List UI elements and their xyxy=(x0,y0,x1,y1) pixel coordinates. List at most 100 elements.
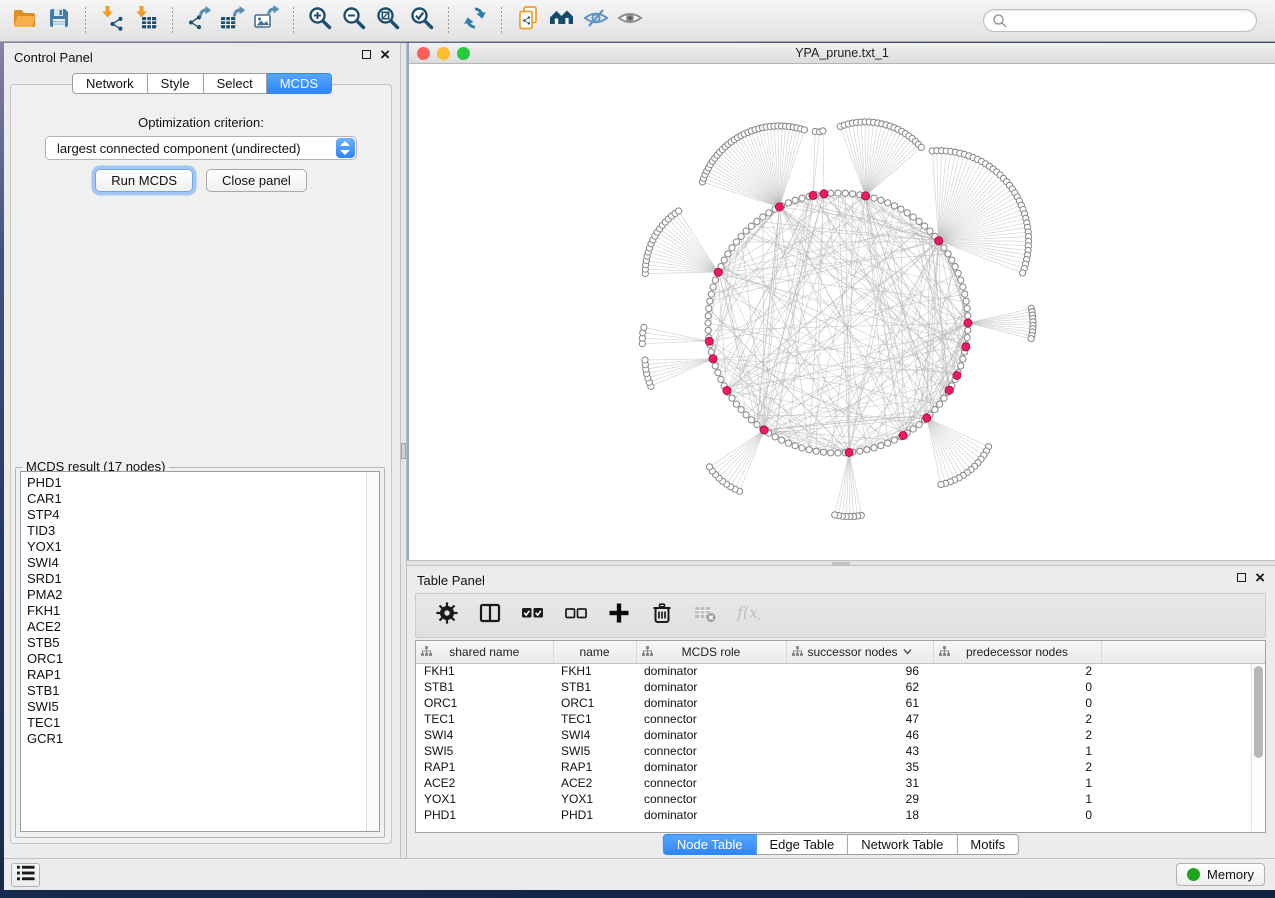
deselect-all-icon xyxy=(564,601,588,630)
mcds-result-item[interactable]: STB1 xyxy=(21,683,379,699)
zoom-out-button[interactable] xyxy=(337,5,371,37)
tab-select[interactable]: Select xyxy=(204,73,267,94)
table-row[interactable]: YOX1YOX1connector291 xyxy=(416,791,1265,807)
table-row[interactable]: ORC1ORC1dominator610 xyxy=(416,695,1265,711)
toolbar-separator xyxy=(172,7,173,35)
hide-graphics-button[interactable] xyxy=(579,5,613,37)
mcds-result-item[interactable]: PHD1 xyxy=(21,475,379,491)
mcds-result-item[interactable]: SWI4 xyxy=(21,555,379,571)
tab-node-table[interactable]: Node Table xyxy=(663,834,757,855)
memory-button[interactable]: Memory xyxy=(1176,863,1265,886)
vertical-splitter-handle[interactable] xyxy=(401,443,406,459)
export-network-icon xyxy=(186,5,212,36)
open-session-button[interactable] xyxy=(8,5,42,37)
table-row[interactable]: SWI4SWI4dominator462 xyxy=(416,727,1265,743)
deselect-all-button[interactable] xyxy=(564,601,588,630)
search-box[interactable] xyxy=(983,9,1257,32)
mcds-result-item[interactable]: SRD1 xyxy=(21,571,379,587)
column-label: MCDS role xyxy=(682,645,741,659)
node-table-grid[interactable]: shared namename MCDS role successor nodes p… xyxy=(416,641,1265,823)
table-row[interactable]: PHD1PHD1dominator180 xyxy=(416,807,1265,823)
mcds-result-item[interactable]: CAR1 xyxy=(21,491,379,507)
mcds-result-item[interactable]: GCR1 xyxy=(21,731,379,747)
table-row[interactable]: STB1STB1dominator620 xyxy=(416,679,1265,695)
main-toolbar xyxy=(0,0,1275,42)
share-document-button[interactable] xyxy=(511,5,545,37)
close-panel-button[interactable]: Close panel xyxy=(206,169,307,192)
horizontal-splitter-handle[interactable] xyxy=(832,562,850,565)
legacy-home-button[interactable] xyxy=(545,5,579,37)
save-session-button[interactable] xyxy=(42,5,76,37)
mcds-result-scrollbar[interactable] xyxy=(366,472,379,831)
table-row[interactable]: RAP1RAP1dominator352 xyxy=(416,759,1265,775)
mcds-result-item[interactable]: RAP1 xyxy=(21,667,379,683)
import-network-button[interactable] xyxy=(95,5,129,37)
mcds-result-item[interactable]: STP4 xyxy=(21,507,379,523)
table-row[interactable]: SWI5SWI5connector431 xyxy=(416,743,1265,759)
task-history-button[interactable] xyxy=(11,863,40,887)
control-panel-float-button[interactable] xyxy=(362,50,371,59)
network-canvas[interactable] xyxy=(409,64,1275,560)
settings-button[interactable] xyxy=(435,601,459,630)
tab-style[interactable]: Style xyxy=(148,73,204,94)
delete-columns-button[interactable] xyxy=(650,601,674,630)
search-input[interactable] xyxy=(1011,12,1248,29)
tab-motifs[interactable]: Motifs xyxy=(957,834,1019,855)
mcds-result-item[interactable]: YOX1 xyxy=(21,539,379,555)
export-table-button[interactable] xyxy=(216,5,250,37)
table-panel-float-button[interactable] xyxy=(1237,573,1246,582)
mcds-result-item[interactable]: FKH1 xyxy=(21,603,379,619)
mcds-result-item[interactable]: PMA2 xyxy=(21,587,379,603)
mcds-result-list[interactable]: PHD1CAR1STP4TID3YOX1SWI4SRD1PMA2FKH1ACE2… xyxy=(20,471,380,832)
memory-status-icon xyxy=(1187,868,1200,881)
mcds-result-item[interactable]: ORC1 xyxy=(21,651,379,667)
memory-label: Memory xyxy=(1207,867,1254,882)
table-scrollbar[interactable] xyxy=(1251,664,1265,831)
table-panel-close-button[interactable]: × xyxy=(1255,572,1265,583)
split-panel-button[interactable] xyxy=(478,601,502,630)
column-header-successor-nodes[interactable]: successor nodes xyxy=(786,641,933,663)
mcds-result-item[interactable]: SWI5 xyxy=(21,699,379,715)
mcds-result-item[interactable]: ACE2 xyxy=(21,619,379,635)
vertical-splitter[interactable] xyxy=(400,43,407,858)
column-header-MCDS-role[interactable]: MCDS role xyxy=(636,641,786,663)
table-row[interactable]: TEC1TEC1connector472 xyxy=(416,711,1265,727)
settings-icon xyxy=(435,601,459,630)
table-scrollbar-thumb[interactable] xyxy=(1254,666,1263,758)
zoom-in-icon xyxy=(307,5,333,36)
zoom-selected-button[interactable] xyxy=(405,5,439,37)
select-all-button[interactable] xyxy=(521,601,545,630)
add-column-button[interactable] xyxy=(607,601,631,630)
tab-network[interactable]: Network xyxy=(72,73,148,94)
table-panel-title: Table Panel xyxy=(417,573,485,588)
tab-edge-table[interactable]: Edge Table xyxy=(756,834,848,855)
mcds-tab-panel: Optimization criterion: largest connecte… xyxy=(10,84,392,844)
mcds-result-item[interactable]: STB5 xyxy=(21,635,379,651)
zoom-selected-icon xyxy=(409,5,435,36)
column-header-shared-name[interactable]: shared name xyxy=(416,641,553,663)
mcds-result-item[interactable]: TEC1 xyxy=(21,715,379,731)
network-view-titlebar[interactable]: YPA_prune.txt_1 xyxy=(409,43,1275,64)
column-header-name[interactable]: name xyxy=(553,641,636,663)
export-image-button[interactable] xyxy=(250,5,284,37)
table-row[interactable]: ACE2ACE2connector311 xyxy=(416,775,1265,791)
tab-network-table[interactable]: Network Table xyxy=(848,834,957,855)
column-header-predecessor-nodes[interactable]: predecessor nodes xyxy=(933,641,1101,663)
table-row[interactable]: FKH1FKH1dominator962 xyxy=(416,663,1265,679)
show-graphics-button[interactable] xyxy=(613,5,647,37)
control-panel-close-button[interactable]: × xyxy=(380,49,390,60)
zoom-fit-button[interactable] xyxy=(371,5,405,37)
optimization-criterion-select[interactable]: largest connected component (undirected) xyxy=(45,136,357,160)
refresh-layout-button[interactable] xyxy=(458,5,492,37)
zoom-in-button[interactable] xyxy=(303,5,337,37)
run-mcds-button[interactable]: Run MCDS xyxy=(95,169,193,192)
mcds-result-group: MCDS result (17 nodes) PHD1CAR1STP4TID3Y… xyxy=(15,467,385,838)
import-table-button[interactable] xyxy=(129,5,163,37)
svg-text:f(x): f(x) xyxy=(736,603,760,622)
column-label: predecessor nodes xyxy=(966,645,1068,659)
export-table-icon xyxy=(220,5,246,36)
tab-mcds[interactable]: MCDS xyxy=(267,73,332,94)
search-icon xyxy=(992,13,1008,34)
mcds-result-item[interactable]: TID3 xyxy=(21,523,379,539)
export-network-button[interactable] xyxy=(182,5,216,37)
